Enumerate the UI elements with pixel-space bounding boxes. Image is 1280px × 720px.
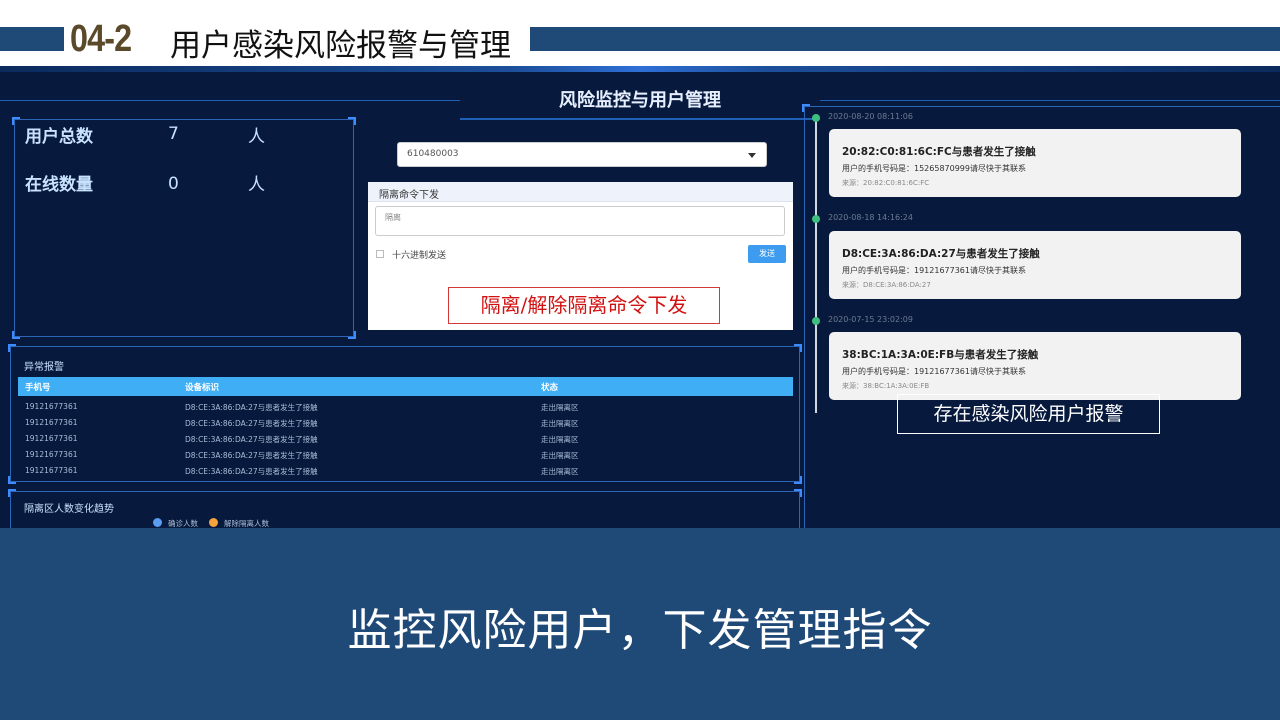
- alert-card-head: D8:CE:3A:86:DA:27与患者发生了接触: [842, 248, 1040, 260]
- trend-title: 隔离区人数变化趋势: [24, 504, 114, 515]
- dashboard-titlebar: 风险监控与用户管理: [460, 74, 820, 120]
- column-header-phone: 手机号: [25, 383, 51, 393]
- footer-band: 监控风险用户，下发管理指令: [0, 528, 1280, 720]
- alert-table-title: 异常报警: [24, 362, 64, 373]
- command-input-placeholder: 隔离: [385, 213, 401, 222]
- stat-label-total-users: 用户总数: [25, 127, 93, 147]
- alert-card-body: 用户的手机号码是：15265870999请尽快于其联系: [842, 164, 1026, 173]
- cell-device: D8:CE:3A:86:DA:27与患者发生了接触: [185, 451, 318, 460]
- timeline-dot-icon: [812, 215, 820, 223]
- slide: 04-2 用户感染风险报警与管理 风险监控与用户管理 用户总数 7 人 在线数量…: [0, 0, 1280, 720]
- legend-label-released: 解除隔离人数: [224, 519, 269, 528]
- header-band-left: [0, 27, 64, 51]
- alert-card-source: 来源：20:82:C0:81:6C:FC: [842, 179, 930, 187]
- alert-card-source: 来源：D8:CE:3A:86:DA:27: [842, 281, 931, 289]
- alert-card-body: 用户的手机号码是：19121677361请尽快于其联系: [842, 266, 1026, 275]
- cell-phone: 19121677361: [25, 418, 78, 427]
- stat-unit-online-users: 人: [248, 175, 265, 195]
- cell-phone: 19121677361: [25, 450, 78, 459]
- device-select[interactable]: 610480003: [397, 142, 767, 167]
- alert-card-source: 来源：38:BC:1A:3A:0E:FB: [842, 382, 930, 390]
- command-card-header: 隔离命令下发: [368, 182, 793, 202]
- alert-annotation: 存在感染风险用户报警: [897, 394, 1160, 434]
- alert-card[interactable]: 38:BC:1A:3A:0E:FB与患者发生了接触 用户的手机号码是：19121…: [829, 332, 1241, 400]
- chevron-down-icon[interactable]: [748, 153, 756, 158]
- user-stats-panel: 用户总数 7 人 在线数量 0 人: [12, 117, 356, 339]
- stat-label-online-users: 在线数量: [25, 175, 93, 195]
- page-title: 用户感染风险报警与管理: [170, 28, 511, 64]
- timeline-time: 2020-07-15 23:02:09: [828, 315, 913, 324]
- alert-card-head: 38:BC:1A:3A:0E:FB与患者发生了接触: [842, 349, 1039, 361]
- column-header-status: 状态: [541, 383, 559, 393]
- timeline-dot-icon: [812, 317, 820, 325]
- cell-device: D8:CE:3A:86:DA:27与患者发生了接触: [185, 435, 318, 444]
- column-header-device: 设备标识: [185, 383, 220, 393]
- hex-send-checkbox[interactable]: [376, 250, 384, 258]
- footer-caption: 监控风险用户，下发管理指令: [347, 605, 933, 656]
- dashboard-title: 风险监控与用户管理: [559, 90, 721, 111]
- timeline-line: [815, 118, 817, 413]
- alert-table-header: 手机号 设备标识 状态: [18, 377, 793, 396]
- legend-dot-released: [209, 518, 218, 527]
- alert-table-panel: [8, 344, 802, 484]
- cell-status: 走出隔离区: [541, 419, 579, 428]
- command-card-title: 隔离命令下发: [379, 190, 439, 201]
- stat-unit-total-users: 人: [248, 127, 265, 147]
- legend-dot-confirmed: [153, 518, 162, 527]
- divider-line: [820, 100, 1280, 101]
- legend-label-confirmed: 确诊人数: [168, 519, 198, 528]
- hex-send-label: 十六进制发送: [392, 251, 447, 261]
- stat-value-online-users: 0: [168, 174, 179, 194]
- header-band-right: [530, 27, 1280, 51]
- cell-phone: 19121677361: [25, 466, 78, 475]
- alert-card[interactable]: 20:82:C0:81:6C:FC与患者发生了接触 用户的手机号码是：15265…: [829, 129, 1241, 197]
- command-input[interactable]: 隔离: [375, 206, 785, 236]
- cell-device: D8:CE:3A:86:DA:27与患者发生了接触: [185, 419, 318, 428]
- command-annotation: 隔离/解除隔离命令下发: [448, 287, 720, 324]
- cell-device: D8:CE:3A:86:DA:27与患者发生了接触: [185, 403, 318, 412]
- divider-line: [0, 100, 460, 101]
- cell-device: D8:CE:3A:86:DA:27与患者发生了接触: [185, 467, 318, 476]
- stat-value-total-users: 7: [168, 124, 179, 144]
- send-button[interactable]: 发送: [748, 245, 786, 263]
- cell-status: 走出隔离区: [541, 403, 579, 412]
- dashboard-top-glow: [0, 66, 1280, 72]
- timeline-time: 2020-08-20 08:11:06: [828, 112, 913, 121]
- device-select-value: 610480003: [407, 149, 459, 159]
- trend-panel: [8, 489, 802, 528]
- cell-status: 走出隔离区: [541, 467, 579, 476]
- alert-card[interactable]: D8:CE:3A:86:DA:27与患者发生了接触 用户的手机号码是：19121…: [829, 231, 1241, 299]
- cell-phone: 19121677361: [25, 434, 78, 443]
- cell-phone: 19121677361: [25, 402, 78, 411]
- cell-status: 走出隔离区: [541, 435, 579, 444]
- timeline-time: 2020-08-18 14:16:24: [828, 213, 913, 222]
- section-number: 04-2: [70, 18, 132, 60]
- cell-status: 走出隔离区: [541, 451, 579, 460]
- alert-card-head: 20:82:C0:81:6C:FC与患者发生了接触: [842, 146, 1036, 158]
- timeline-dot-icon: [812, 114, 820, 122]
- alert-card-body: 用户的手机号码是：19121677361请尽快于其联系: [842, 367, 1026, 376]
